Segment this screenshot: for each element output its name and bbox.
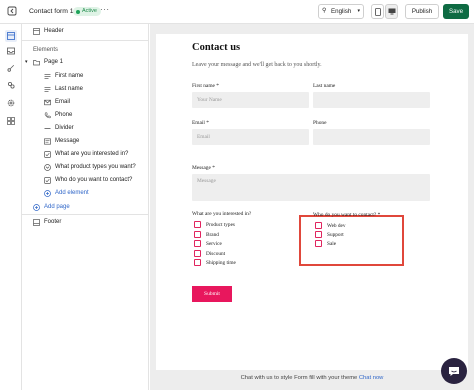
status-badge: Active bbox=[73, 7, 101, 16]
status-label: Active bbox=[82, 8, 97, 14]
phone-field[interactable] bbox=[313, 129, 430, 145]
page-icon bbox=[33, 59, 40, 66]
checkbox[interactable] bbox=[315, 231, 322, 238]
email-field[interactable]: Email bbox=[192, 129, 309, 145]
element-label: Phone bbox=[55, 112, 73, 118]
element-label: Message bbox=[55, 138, 80, 144]
footer-icon bbox=[33, 219, 40, 226]
language-select[interactable]: ⚲ English ▾ bbox=[318, 4, 364, 19]
message-icon bbox=[44, 138, 51, 145]
element-label: Email bbox=[55, 99, 71, 105]
plus-circle-icon bbox=[44, 190, 51, 197]
desktop-view-button[interactable] bbox=[385, 4, 398, 19]
elements-panel: Header Elements ▾ Page 1 First name Last… bbox=[22, 24, 149, 390]
language-label: English bbox=[331, 8, 352, 15]
form-preview: Contact us Leave your message and we'll … bbox=[156, 34, 468, 370]
option-label: Service bbox=[206, 241, 222, 247]
option-label: Sale bbox=[327, 241, 337, 247]
option-label: Support bbox=[327, 232, 344, 238]
interest-label: What are you interested in? bbox=[192, 211, 252, 217]
checkbox[interactable] bbox=[194, 221, 201, 228]
option-label: Discount bbox=[206, 251, 226, 257]
globe-icon: ⚲ bbox=[322, 8, 327, 14]
mobile-icon bbox=[374, 7, 381, 16]
email-label: Email * bbox=[192, 120, 209, 126]
header-label: Header bbox=[44, 28, 64, 34]
preview-canvas: Contact us Leave your message and we'll … bbox=[150, 24, 474, 390]
mail-icon bbox=[44, 99, 51, 106]
panel-divider bbox=[22, 40, 149, 41]
paint-brush-icon[interactable] bbox=[5, 62, 17, 74]
option-label: Shipping time bbox=[206, 260, 236, 266]
text-field-icon bbox=[44, 86, 51, 93]
layout-icon[interactable] bbox=[5, 30, 17, 42]
chevron-down-icon: ▾ bbox=[25, 59, 28, 65]
message-label: Message * bbox=[192, 165, 215, 171]
chat-launcher[interactable] bbox=[441, 358, 467, 384]
chat-now-link[interactable]: Chat now bbox=[359, 375, 384, 381]
plus-circle-icon bbox=[33, 204, 40, 211]
settings-icon[interactable] bbox=[5, 97, 17, 109]
element-label: What are you interested in? bbox=[55, 151, 129, 157]
form-heading: Contact us bbox=[192, 42, 241, 53]
element-label: What product types you want? bbox=[55, 164, 136, 170]
top-bar: Contact form 1 Active ··· ⚲ English ▾ Pu… bbox=[0, 0, 474, 24]
checkbox[interactable] bbox=[194, 231, 201, 238]
last-name-label: Last name bbox=[313, 83, 336, 89]
integrations-icon[interactable] bbox=[5, 79, 17, 91]
checkbox-icon bbox=[44, 151, 51, 158]
chat-promo: Chat with us to style Form fill with you… bbox=[150, 375, 474, 381]
divider-icon bbox=[44, 125, 51, 132]
publish-button[interactable]: Publish bbox=[405, 4, 439, 19]
message-field[interactable]: Message bbox=[192, 174, 430, 201]
apps-icon[interactable] bbox=[5, 115, 17, 127]
last-name-field[interactable] bbox=[313, 92, 430, 108]
footer-label: Footer bbox=[44, 219, 62, 225]
checkbox-icon bbox=[44, 177, 51, 184]
add-page-label: Add page bbox=[44, 204, 70, 210]
add-element-label: Add element bbox=[55, 190, 89, 196]
checkbox[interactable] bbox=[194, 240, 201, 247]
checkbox[interactable] bbox=[315, 240, 322, 247]
contact-label: Who do you want to contact? * bbox=[313, 212, 381, 218]
dropdown-icon bbox=[44, 164, 51, 171]
checkbox[interactable] bbox=[315, 222, 322, 229]
submit-button[interactable]: Submit bbox=[192, 286, 232, 302]
checkbox[interactable] bbox=[194, 259, 201, 266]
header-icon bbox=[33, 28, 40, 35]
desktop-icon bbox=[388, 8, 395, 15]
checkbox[interactable] bbox=[194, 250, 201, 257]
page-label: Page 1 bbox=[44, 59, 64, 65]
more-options-button[interactable]: ··· bbox=[100, 5, 110, 14]
element-label: Who do you want to contact? bbox=[55, 177, 133, 183]
form-title: Contact form 1 bbox=[29, 8, 74, 15]
option-label: Brand bbox=[206, 232, 219, 238]
status-dot bbox=[76, 10, 80, 14]
element-label: First name bbox=[55, 73, 84, 79]
first-name-field[interactable]: Your Name bbox=[192, 92, 309, 108]
element-label: Divider bbox=[55, 125, 74, 131]
icon-rail bbox=[0, 24, 22, 390]
text-field-icon bbox=[44, 73, 51, 80]
inbox-icon[interactable] bbox=[5, 45, 17, 57]
back-arrow-icon[interactable] bbox=[6, 6, 18, 18]
mobile-view-button[interactable] bbox=[371, 4, 384, 19]
chat-promo-text: Chat with us to style Form fill with you… bbox=[240, 375, 358, 381]
phone-icon bbox=[44, 112, 51, 119]
first-name-label: First name * bbox=[192, 83, 219, 89]
chevron-down-icon: ▾ bbox=[357, 8, 360, 14]
option-label: Web dev bbox=[327, 223, 346, 229]
element-label: Last name bbox=[55, 86, 84, 92]
phone-label: Phone bbox=[313, 120, 327, 126]
form-subtitle: Leave your message and we'll get back to… bbox=[192, 62, 322, 68]
panel-divider bbox=[22, 214, 149, 215]
option-label: Product types bbox=[206, 222, 235, 228]
chat-icon bbox=[449, 366, 459, 376]
elements-title: Elements bbox=[33, 47, 59, 53]
save-button[interactable]: Save bbox=[443, 4, 469, 19]
